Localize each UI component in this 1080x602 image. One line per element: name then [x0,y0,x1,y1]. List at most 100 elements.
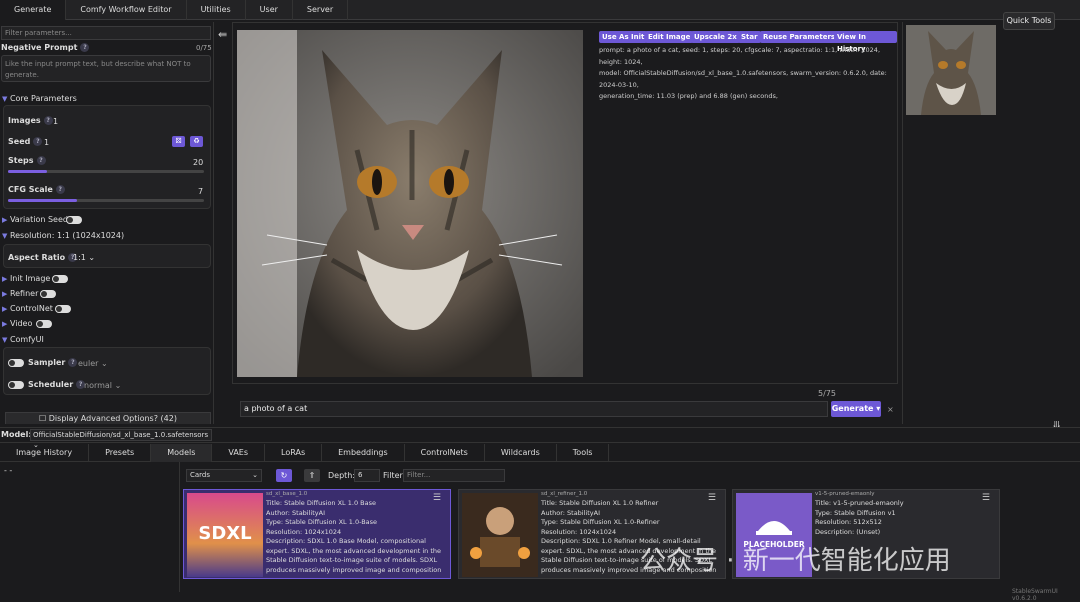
metadata-line: generation_time: 11.03 (prep) and 6.88 (… [599,92,778,100]
card-title: Title: Stable Diffusion XL 1.0 Base [266,499,376,507]
model-card[interactable]: SDXL sd_xl_base_1.0 ☰ Title: Stable Diff… [183,489,451,579]
help-icon[interactable]: ? [80,43,90,52]
sampler-select[interactable]: euler ⌄ [78,359,108,368]
core-parameters-header[interactable]: ▼ Core Parameters [2,94,77,103]
negative-prompt-count: 0/75 [196,44,212,52]
model-label: Model: [1,430,32,439]
generated-image[interactable] [237,30,583,377]
close-icon[interactable]: × [887,405,894,414]
init-image-toggle[interactable] [52,275,68,283]
prompt-input[interactable]: a photo of a cat [240,401,828,417]
tab-server[interactable]: Server [293,0,349,20]
tab-controlnets[interactable]: ControlNets [405,444,485,462]
use-as-init-button[interactable]: Use As Init [599,31,648,43]
negative-prompt-input[interactable]: Like the input prompt text, but describe… [1,55,211,82]
aspect-ratio-select[interactable]: 1:1 ⌄ [73,253,95,262]
video-toggle[interactable] [36,320,52,328]
tab-image-history[interactable]: Image History [0,444,90,462]
tab-wildcards[interactable]: Wildcards [485,444,557,462]
filter-input[interactable]: Filter... [403,469,505,482]
edit-image-button[interactable]: Edit Image [645,31,694,43]
variation-seed-header[interactable]: ▶ Variation Seed [2,215,68,224]
view-mode-select[interactable]: Cards ⌄ [186,469,262,482]
card-filename: sd_xl_refiner_1.0 [541,491,588,497]
refiner-toggle[interactable] [40,290,56,298]
variation-seed-toggle[interactable] [66,216,82,224]
tab-user[interactable]: User [246,0,293,20]
card-details: Title: v1-5-pruned-emaonly Type: Stable … [815,499,997,537]
filter-parameters-input[interactable]: Filter parameters... [1,26,211,40]
tab-loras[interactable]: LoRAs [265,444,323,462]
refiner-header[interactable]: ▶ Refiner [2,289,38,298]
upscale-2x-button[interactable]: Upscale 2x [691,31,740,43]
controlnet-header[interactable]: ▶ ControlNet [2,304,53,313]
scheduler-select[interactable]: normal ⌄ [84,381,121,390]
sdxl-logo-text: SDXL [198,523,251,544]
card-description: Description: SDXL 1.0 Base Model, compos… [266,537,442,574]
tab-generate[interactable]: Generate [0,0,67,20]
cfg-scale-value[interactable]: 7 [198,187,203,196]
steps-slider[interactable] [8,170,204,173]
batch-panel: ⚙ [902,22,1002,424]
tab-models[interactable]: Models [151,444,213,462]
comfyui-header[interactable]: ▼ ComfyUI [2,335,44,344]
up-folder-icon[interactable]: ⇑ [304,469,320,482]
help-icon[interactable]: ? [36,156,46,165]
depth-input[interactable]: 6 [354,469,380,482]
model-thumbnail: SDXL [187,493,263,577]
card-resolution: Resolution: 512x512 [815,518,882,526]
top-tab-bar: Generate Comfy Workflow Editor Utilities… [0,0,1080,20]
generate-button[interactable]: Generate ▾ [831,401,881,417]
tab-tools[interactable]: Tools [557,444,610,462]
folder-tree-root[interactable]: - - [4,466,12,475]
refresh-icon[interactable]: ↻ [276,469,292,482]
batch-thumbnail[interactable] [906,25,996,115]
depth-label: Depth: [328,471,356,480]
card-type: Type: Stable Diffusion XL 1.0-Base [266,518,378,526]
controlnet-toggle[interactable] [55,305,71,313]
card-description: Description: (Unset) [815,527,881,536]
view-in-history-button[interactable]: View In History [834,31,897,53]
collapse-panel-icon[interactable]: ⇚ [218,28,227,41]
sampler-label: Sampler? [28,358,78,367]
metadata-line: prompt: a photo of a cat, seed: 1, steps… [599,46,881,66]
help-icon[interactable]: ? [33,137,43,146]
tab-embeddings[interactable]: Embeddings [322,444,405,462]
card-author: Author: StabilityAI [541,508,600,517]
prompt-token-count: 5/75 [818,389,836,398]
steps-value[interactable]: 20 [193,158,203,167]
model-select[interactable]: OfficialStableDiffusion/sd_xl_base_1.0.s… [30,429,212,449]
images-value[interactable]: 1 [53,117,58,126]
tab-vaes[interactable]: VAEs [212,444,266,462]
card-type: Type: Stable Diffusion XL 1.0-Refiner [541,518,660,526]
quick-tools-button[interactable]: Quick Tools [1003,12,1055,30]
dice-icon[interactable]: ⚄ [172,136,185,147]
seed-value[interactable]: 1 [44,138,49,147]
steps-label: Steps? [8,156,46,165]
metadata-line: model: OfficialStableDiffusion/sd_xl_bas… [599,69,887,89]
help-icon[interactable]: ? [43,116,53,125]
card-filename: sd_xl_base_1.0 [266,491,308,497]
chevron-down-icon[interactable]: ▾ [876,404,880,413]
core-parameters-group: Images? 1 Seed? 1 ⚄ ♻ Steps? 20 CFG Scal… [3,105,211,209]
sampler-toggle[interactable] [8,359,24,367]
chevron-down-icon: ⌄ [88,253,96,262]
bottom-tab-bar: Image History Presets Models VAEs LoRAs … [0,444,1080,462]
scheduler-toggle[interactable] [8,381,24,389]
advanced-options-toggle[interactable]: ☐ Display Advanced Options? (42) [5,412,211,424]
tab-presets[interactable]: Presets [89,444,152,462]
images-label: Images? [8,116,53,125]
help-icon[interactable]: ? [68,358,78,367]
tab-utilities[interactable]: Utilities [187,0,246,20]
tab-comfy-workflow-editor[interactable]: Comfy Workflow Editor [66,0,187,20]
cfg-scale-slider[interactable] [8,199,204,202]
init-image-header[interactable]: ▶ Init Image [2,274,50,283]
recycle-icon[interactable]: ♻ [190,136,203,147]
video-header[interactable]: ▶ Video [2,319,32,328]
star-button[interactable]: Star [738,31,761,43]
caret-down-icon: ▼ [2,95,8,103]
current-image-area: Use As Init Edit Image Upscale 2x Star R… [232,22,898,384]
resolution-header[interactable]: ▼ Resolution: 1:1 (1024x1024) [2,231,124,240]
reuse-parameters-button[interactable]: Reuse Parameters [760,31,839,43]
help-icon[interactable]: ? [55,185,65,194]
